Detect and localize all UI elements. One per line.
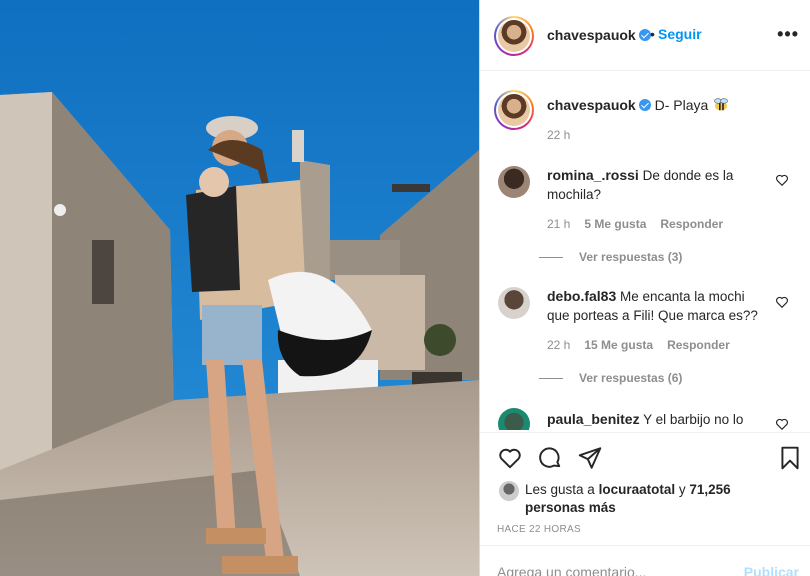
comment-item: debo.fal83 Me encanta la mochi que porte… — [547, 287, 767, 325]
share-icon[interactable] — [577, 445, 603, 471]
heart-like-icon[interactable] — [775, 417, 789, 430]
add-comment-bar: Agrega un comentario... Publicar — [480, 545, 810, 576]
author-name-row: chavespauok — [547, 27, 651, 43]
likes-prefix: Les gusta a — [525, 482, 595, 497]
comment-text: Y el barbijo no lo — [643, 412, 744, 427]
likes-summary: Les gusta a locuraatotal y 71,256 person… — [525, 481, 745, 517]
heart-icon[interactable] — [497, 445, 523, 471]
follow-button[interactable]: Seguir — [658, 26, 702, 42]
more-icon[interactable]: ••• — [777, 24, 799, 45]
reply-button[interactable]: Responder — [667, 338, 730, 352]
comment-likes[interactable]: 15 Me gusta — [584, 338, 653, 352]
verified-badge-icon — [638, 29, 651, 41]
comment-username[interactable]: debo.fal83 — [547, 288, 616, 304]
liker-avatar[interactable] — [499, 481, 519, 501]
view-replies-label: Ver respuestas (6) — [579, 371, 683, 385]
post-comment-button[interactable]: Publicar — [744, 564, 799, 576]
bee-emoji-icon — [714, 98, 728, 111]
caption: chavespauok D- Playa — [547, 97, 730, 113]
likes-conjunction: y — [678, 482, 686, 497]
view-replies-label: Ver respuestas (3) — [579, 250, 683, 264]
post-header: chavespauok • Seguir ••• — [480, 0, 810, 71]
comment-input[interactable]: Agrega un comentario... — [497, 564, 646, 576]
replies-divider — [539, 378, 563, 380]
photo-illustration — [0, 0, 479, 576]
comment-time: 21 h — [547, 217, 571, 231]
comment-avatar[interactable] — [498, 408, 530, 430]
comment-icon[interactable] — [537, 445, 563, 471]
caption-avatar[interactable] — [494, 90, 534, 130]
reply-button[interactable]: Responder — [660, 217, 723, 231]
post-actions: Les gusta a locuraatotal y 71,256 person… — [480, 432, 810, 544]
comments-list[interactable]: chavespauok D- Playa 22 h romina_.rossi … — [480, 72, 810, 430]
view-replies-button[interactable]: Ver respuestas (3) — [539, 250, 682, 264]
comment-meta: 21 h 5 Me gusta Responder — [547, 217, 723, 231]
liker-username[interactable]: locuraatotal — [599, 482, 676, 497]
replies-divider — [539, 257, 563, 259]
comment-username[interactable]: paula_benitez — [547, 411, 640, 427]
post-timestamp[interactable]: HACE 22 HORAS — [497, 524, 581, 535]
view-replies-button[interactable]: Ver respuestas (6) — [539, 371, 682, 385]
separator-dot: • — [650, 26, 655, 42]
heart-like-icon[interactable] — [775, 295, 789, 309]
bookmark-icon[interactable] — [777, 445, 803, 471]
comment-likes[interactable]: 5 Me gusta — [584, 217, 646, 231]
comment-item: romina_.rossi De donde es la mochila? — [547, 166, 767, 204]
comment-avatar[interactable] — [498, 287, 530, 319]
caption-username[interactable]: chavespauok — [547, 97, 636, 113]
caption-text: D- Playa — [654, 97, 709, 113]
comment-avatar[interactable] — [498, 166, 530, 198]
author-avatar[interactable] — [494, 16, 534, 56]
author-username[interactable]: chavespauok — [547, 27, 636, 43]
comment-item: paula_benitez Y el barbijo no lo — [547, 410, 767, 429]
comment-meta: 22 h 15 Me gusta Responder — [547, 338, 730, 352]
post-side-panel: chavespauok • Seguir ••• chavespauok D- … — [479, 0, 810, 576]
caption-time: 22 h — [547, 128, 571, 142]
heart-like-icon[interactable] — [775, 173, 789, 187]
comment-username[interactable]: romina_.rossi — [547, 167, 639, 183]
post-photo[interactable] — [0, 0, 479, 576]
comment-time: 22 h — [547, 338, 571, 352]
verified-badge-icon — [638, 99, 651, 111]
